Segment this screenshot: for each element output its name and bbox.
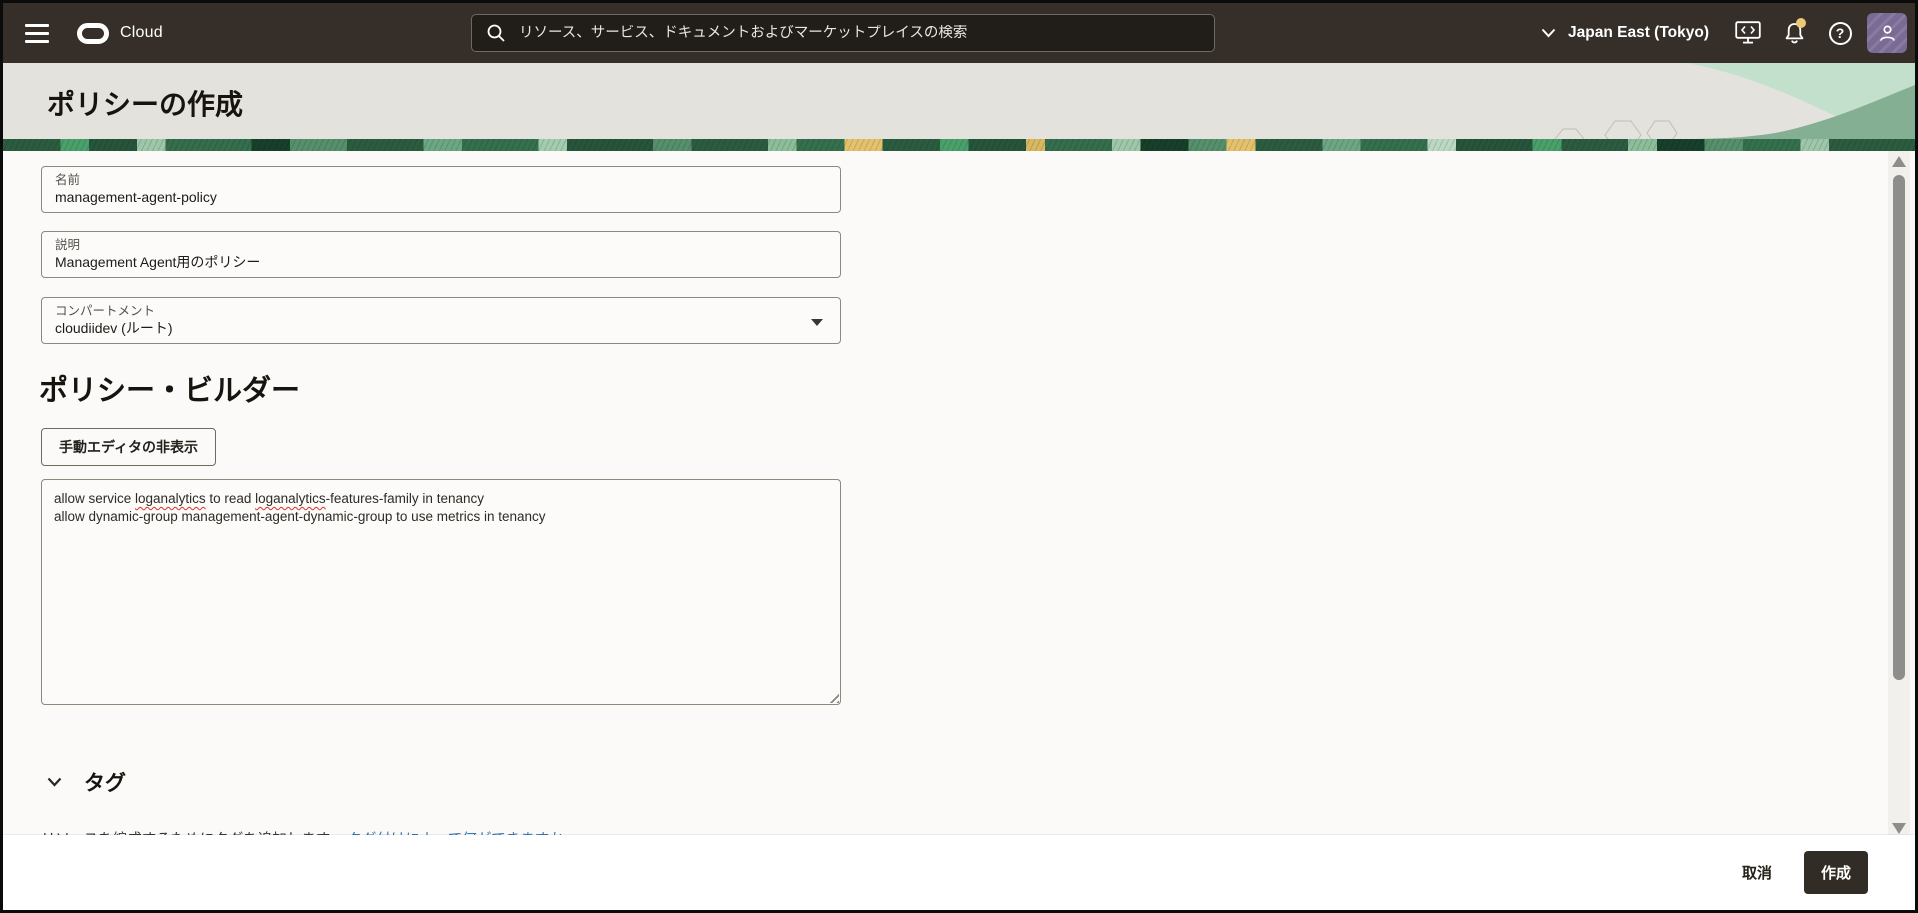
cloud-shell-icon <box>1735 21 1761 45</box>
top-navigation-bar: Cloud Japan East (Tokyo) <box>3 3 1915 63</box>
global-search-bar[interactable] <box>471 14 1215 52</box>
description-input[interactable] <box>55 253 796 271</box>
hamburger-menu-icon[interactable] <box>25 24 49 43</box>
tags-title: タグ <box>84 767 126 797</box>
action-footer: 取消 作成 <box>3 835 1915 910</box>
policy-builder-title: ポリシー・ビルダー <box>39 367 300 409</box>
cancel-button[interactable]: 取消 <box>1736 852 1778 893</box>
chevron-down-icon <box>1541 28 1556 38</box>
cloud-shell-button[interactable] <box>1725 3 1771 63</box>
announcements-button[interactable] <box>1771 3 1817 63</box>
user-avatar[interactable] <box>1867 13 1907 53</box>
oci-console-window: Cloud Japan East (Tokyo) <box>0 0 1918 913</box>
global-search-input[interactable] <box>519 25 1200 41</box>
main-content: 名前 説明 コンパートメント cloudiidev (ルート) ポリシー・ビルダ… <box>3 151 1915 841</box>
caret-down-icon <box>811 319 823 326</box>
topbar-actions: Japan East (Tokyo) ? <box>1541 3 1907 63</box>
page-title: ポリシーの作成 <box>47 83 243 123</box>
name-input[interactable] <box>55 188 796 206</box>
name-label: 名前 <box>55 172 827 188</box>
description-label: 説明 <box>55 237 827 253</box>
scrollbar-down-icon[interactable] <box>1892 823 1906 834</box>
policy-editor-content: allow service loganalytics to read logan… <box>54 490 828 525</box>
region-label: Japan East (Tokyo) <box>1568 24 1709 42</box>
name-field[interactable]: 名前 <box>41 166 841 213</box>
hide-manual-editor-button[interactable]: 手動エディタの非表示 <box>41 428 216 466</box>
page-header: ポリシーの作成 <box>3 63 1915 139</box>
chevron-down-icon <box>47 777 62 787</box>
decorative-band <box>3 139 1915 151</box>
scrollbar-up-icon[interactable] <box>1892 156 1906 167</box>
policy-editor[interactable]: allow service loganalytics to read logan… <box>41 479 841 705</box>
region-selector[interactable]: Japan East (Tokyo) <box>1541 24 1709 42</box>
header-decoration <box>1355 63 1915 139</box>
scrollbar-track[interactable] <box>1888 151 1910 841</box>
scrollbar-thumb[interactable] <box>1893 175 1905 680</box>
person-icon <box>1877 23 1898 44</box>
oracle-logo-icon[interactable] <box>77 23 109 44</box>
help-button[interactable]: ? <box>1817 3 1863 63</box>
create-button[interactable]: 作成 <box>1804 851 1868 894</box>
tags-section-toggle[interactable]: タグ <box>47 767 126 797</box>
compartment-label: コンパートメント <box>55 303 827 319</box>
resize-handle[interactable] <box>826 690 839 703</box>
notification-badge <box>1796 18 1806 28</box>
description-field[interactable]: 説明 <box>41 231 841 278</box>
brand-label: Cloud <box>120 24 163 42</box>
help-icon: ? <box>1829 22 1852 45</box>
compartment-select[interactable]: コンパートメント cloudiidev (ルート) <box>41 297 841 344</box>
search-icon <box>486 23 506 43</box>
compartment-value: cloudiidev (ルート) <box>55 319 827 337</box>
